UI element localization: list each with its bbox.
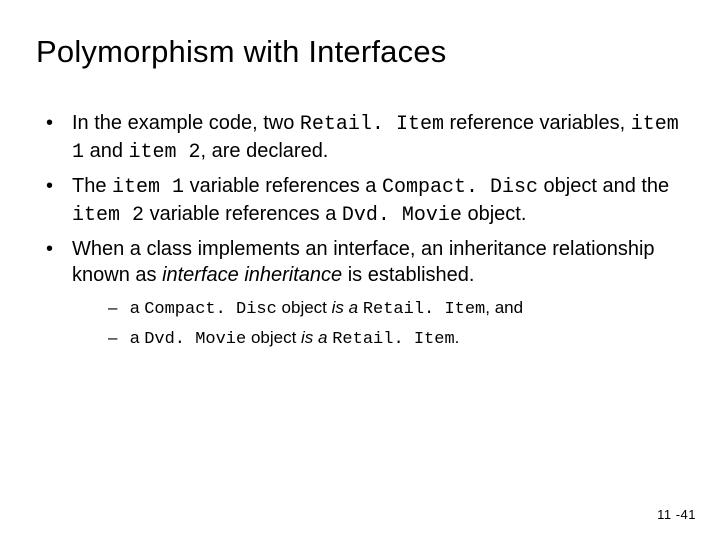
emphasis: interface inheritance <box>162 264 342 286</box>
text: object <box>246 328 301 347</box>
sub-item: a Compact. Disc object is a Retail. Item… <box>72 296 684 323</box>
text: In the example code, two <box>72 112 300 134</box>
text: object and the <box>538 175 669 197</box>
text: is established. <box>342 264 474 286</box>
text: , are declared. <box>201 140 329 162</box>
code: Retail. Item <box>332 330 454 349</box>
text: a <box>130 298 144 317</box>
code: item 1 <box>112 176 184 199</box>
text: , and <box>485 298 523 317</box>
sub-item: a Dvd. Movie object is a Retail. Item. <box>72 326 684 353</box>
text: The <box>72 175 112 197</box>
code: item 2 <box>72 204 144 227</box>
slide-title: Polymorphism with Interfaces <box>36 34 684 70</box>
code: Dvd. Movie <box>342 204 462 227</box>
text: variable references a <box>184 175 382 197</box>
text: . <box>455 328 460 347</box>
text: and <box>84 140 128 162</box>
code: Dvd. Movie <box>144 330 246 349</box>
bullet-item: The item 1 variable references a Compact… <box>36 173 684 230</box>
code: item 2 <box>129 141 201 164</box>
text: reference variables, <box>444 112 631 134</box>
emphasis: is a <box>332 298 358 317</box>
code: Retail. Item <box>300 113 444 136</box>
bullet-list: In the example code, two Retail. Item re… <box>36 110 684 353</box>
code: Compact. Disc <box>144 300 277 319</box>
text: object. <box>462 203 526 225</box>
page-number: 11 -41 <box>657 507 696 522</box>
text: a <box>130 328 144 347</box>
text: variable references a <box>144 203 342 225</box>
sub-list: a Compact. Disc object is a Retail. Item… <box>72 296 684 352</box>
slide: Polymorphism with Interfaces In the exam… <box>0 0 720 540</box>
code: Retail. Item <box>363 300 485 319</box>
bullet-item: When a class implements an interface, an… <box>36 236 684 353</box>
bullet-item: In the example code, two Retail. Item re… <box>36 110 684 167</box>
emphasis: is a <box>301 328 327 347</box>
text: object <box>277 298 332 317</box>
code: Compact. Disc <box>382 176 538 199</box>
